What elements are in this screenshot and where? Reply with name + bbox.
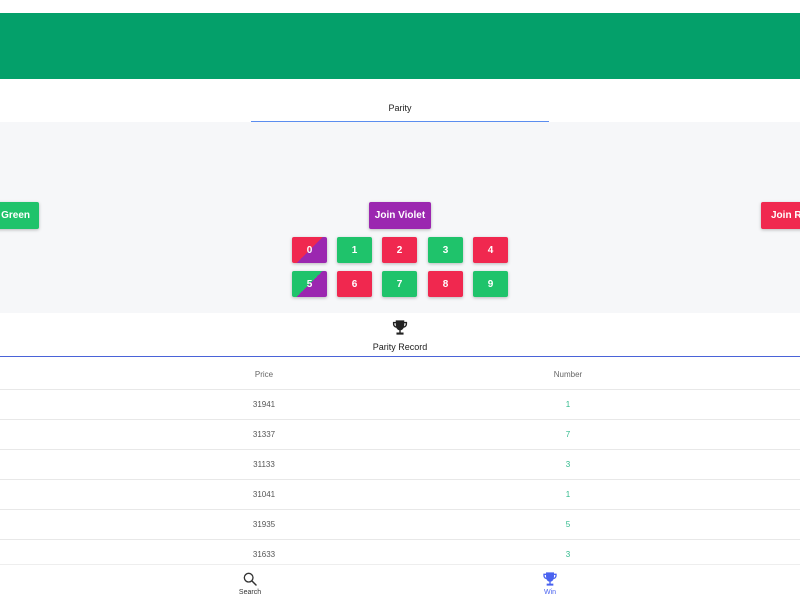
number-button-3[interactable]: 3 [428,237,463,263]
trophy-icon [392,320,408,335]
record-header: Parity Record [0,313,800,357]
betting-panel: Join Green Join Violet Join Red 0 1 2 3 … [0,122,800,313]
number-cell: 3 [565,460,571,469]
number-button-1[interactable]: 1 [337,237,372,263]
header-bar [0,13,800,79]
price-cell: 31941 [252,400,276,409]
number-button-2[interactable]: 2 [382,237,417,263]
number-button-7[interactable]: 7 [382,271,417,297]
nav-search-label: Search [238,589,262,596]
table-row: 31337 7 [0,420,800,450]
record-table: Price Number 31941 1 31337 7 31133 3 310… [0,357,800,570]
number-button-8[interactable]: 8 [428,271,463,297]
number-button-5[interactable]: 5 [292,271,327,297]
tab-parity[interactable]: Parity [251,91,549,122]
join-red-button[interactable]: Join Red [761,202,800,229]
trophy-icon [543,572,557,586]
number-cell: 7 [565,430,571,439]
search-icon [243,572,257,586]
price-cell: 31133 [253,460,275,469]
column-header-number: Number [553,370,583,379]
number-cell: 5 [565,520,571,529]
bottom-nav: Search Win [0,564,800,601]
price-cell: 31337 [252,430,276,439]
join-violet-button[interactable]: Join Violet [369,202,431,229]
table-row: 31041 1 [0,480,800,510]
number-cell: 1 [565,490,571,499]
join-red-label: Join Red [771,210,800,221]
number-button-4[interactable]: 4 [473,237,508,263]
price-cell: 31935 [252,520,276,529]
number-button-6[interactable]: 6 [337,271,372,297]
nav-win[interactable]: Win [500,565,600,601]
number-button-0[interactable]: 0 [292,237,327,263]
nav-win-label: Win [543,589,557,596]
record-title: Parity Record [372,342,428,352]
nav-search[interactable]: Search [200,565,300,601]
price-cell: 31041 [252,490,276,499]
join-green-button[interactable]: Join Green [0,202,39,229]
tab-row: Parity [0,91,800,122]
number-button-9[interactable]: 9 [473,271,508,297]
number-cell: 1 [565,400,571,409]
table-row: 31133 3 [0,450,800,480]
table-header-row: Price Number [0,357,800,390]
table-row: 31941 1 [0,390,800,420]
join-violet-label: Join Violet [374,210,426,221]
table-row: 31935 5 [0,510,800,540]
join-green-label: Join Green [0,210,30,221]
column-header-price: Price [254,370,274,379]
